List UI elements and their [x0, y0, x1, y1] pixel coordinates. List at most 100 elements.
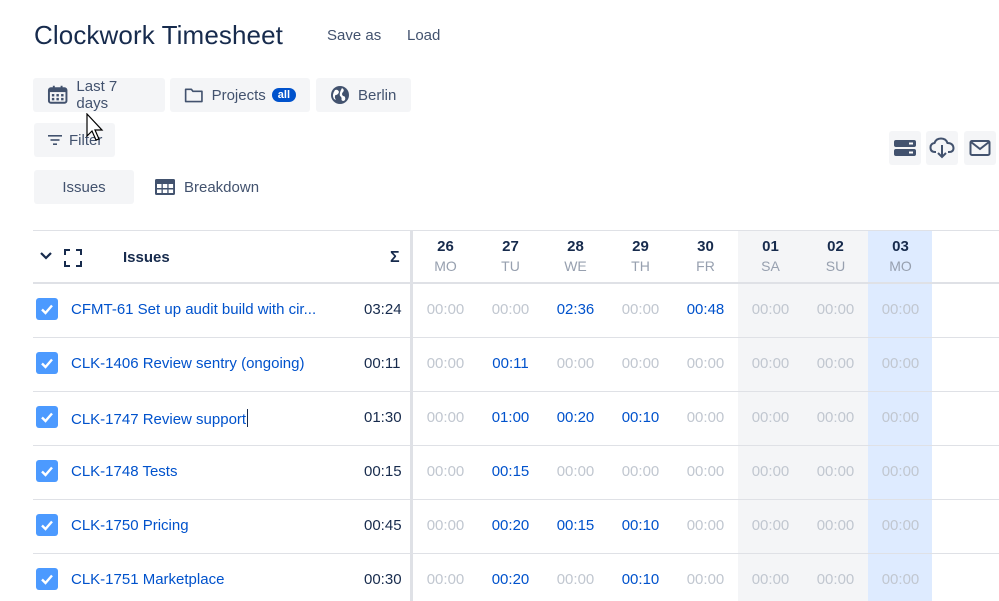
- time-cell[interactable]: 00:00: [803, 571, 868, 588]
- row-total: 03:24: [364, 301, 402, 318]
- projects-label: Projects: [211, 86, 266, 104]
- time-cell[interactable]: 00:00: [868, 355, 933, 372]
- day-name: FR: [696, 258, 715, 274]
- time-cell[interactable]: 00:00: [868, 571, 933, 588]
- time-cell[interactable]: 00:00: [738, 517, 803, 534]
- time-cell[interactable]: 00:00: [413, 355, 478, 372]
- time-cell[interactable]: 00:00: [803, 517, 868, 534]
- time-cell[interactable]: 00:00: [803, 463, 868, 480]
- time-cell[interactable]: 00:20: [478, 517, 543, 534]
- time-cell[interactable]: 00:00: [413, 517, 478, 534]
- day-header-28: 28 WE: [543, 238, 608, 274]
- time-cell[interactable]: 00:10: [608, 517, 673, 534]
- time-cell[interactable]: 00:00: [413, 463, 478, 480]
- tab-breakdown[interactable]: Breakdown: [154, 170, 259, 204]
- time-cell[interactable]: 00:00: [673, 463, 738, 480]
- time-cell[interactable]: 00:00: [413, 409, 478, 426]
- time-cell[interactable]: 00:00: [608, 301, 673, 318]
- time-cell[interactable]: 00:11: [478, 355, 543, 372]
- email-button[interactable]: [964, 131, 996, 165]
- row-total: 01:30: [364, 409, 402, 426]
- grouping-button[interactable]: [889, 131, 921, 165]
- fullscreen-icon[interactable]: [64, 249, 82, 267]
- time-cell[interactable]: 00:00: [803, 355, 868, 372]
- time-cell[interactable]: 00:00: [673, 571, 738, 588]
- issue-label: CFMT-61 Set up audit build with cir...: [71, 301, 317, 318]
- time-cell[interactable]: 00:00: [803, 409, 868, 426]
- check-icon: [41, 574, 53, 585]
- time-cell[interactable]: 00:00: [868, 301, 933, 318]
- row-total: 00:15: [364, 463, 402, 480]
- time-cell[interactable]: 00:00: [413, 301, 478, 318]
- row-checkbox[interactable]: [36, 514, 58, 536]
- day-number: 28: [567, 238, 584, 255]
- time-cell[interactable]: 01:00: [478, 409, 543, 426]
- timezone-picker-button[interactable]: Berlin: [316, 78, 411, 112]
- time-cell[interactable]: 00:00: [738, 463, 803, 480]
- time-cell[interactable]: 02:36: [543, 301, 608, 318]
- issue-link[interactable]: CLK-1748 Tests: [71, 463, 177, 480]
- time-cell[interactable]: 00:10: [608, 409, 673, 426]
- mouse-cursor-icon: [86, 113, 104, 141]
- collapse-all-icon[interactable]: [39, 250, 53, 262]
- day-name: MO: [434, 258, 457, 274]
- day-header-26: 26 MO: [413, 238, 478, 274]
- period-picker-button[interactable]: Last 7 days: [33, 78, 165, 112]
- time-cell[interactable]: 00:00: [868, 409, 933, 426]
- table-row: CLK-1747 Review support 01:30 00:00 01:00 00…: [33, 392, 999, 446]
- time-cell[interactable]: 00:00: [543, 571, 608, 588]
- issue-link[interactable]: CLK-1747 Review support: [71, 409, 249, 428]
- time-cell[interactable]: 00:00: [608, 463, 673, 480]
- time-cell[interactable]: 00:00: [673, 517, 738, 534]
- issues-column-header[interactable]: Issues: [123, 249, 170, 266]
- time-cell[interactable]: 00:00: [868, 517, 933, 534]
- time-cell[interactable]: 00:20: [543, 409, 608, 426]
- time-cell[interactable]: 00:00: [738, 301, 803, 318]
- time-cell[interactable]: 00:15: [543, 517, 608, 534]
- export-button[interactable]: [926, 131, 958, 165]
- issue-link[interactable]: CLK-1750 Pricing: [71, 517, 189, 534]
- row-checkbox[interactable]: [36, 352, 58, 374]
- row-checkbox[interactable]: [36, 460, 58, 482]
- time-cell[interactable]: 00:00: [543, 355, 608, 372]
- time-cell[interactable]: 00:00: [608, 355, 673, 372]
- day-name: TH: [631, 258, 650, 274]
- time-cell[interactable]: 00:10: [608, 571, 673, 588]
- row-checkbox[interactable]: [36, 406, 58, 428]
- save-as-button[interactable]: Save as: [327, 27, 381, 44]
- table-row: CLK-1748 Tests 00:15 00:00 00:15 00:00 00:00 0…: [33, 446, 999, 500]
- time-cell[interactable]: 00:00: [673, 409, 738, 426]
- time-cell[interactable]: 00:00: [868, 463, 933, 480]
- projects-badge: all: [271, 88, 296, 102]
- time-cell[interactable]: 00:00: [738, 355, 803, 372]
- day-number: 03: [892, 238, 909, 255]
- time-cell[interactable]: 00:48: [673, 301, 738, 318]
- load-button[interactable]: Load: [407, 27, 440, 44]
- time-cell[interactable]: 00:00: [543, 463, 608, 480]
- day-name: SU: [825, 258, 846, 274]
- time-cell[interactable]: 00:00: [803, 301, 868, 318]
- row-checkbox[interactable]: [36, 298, 58, 320]
- row-checkbox[interactable]: [36, 568, 58, 590]
- projects-picker-button[interactable]: Projects all: [170, 78, 310, 112]
- time-cell[interactable]: 00:00: [738, 571, 803, 588]
- day-number: 29: [632, 238, 649, 255]
- table-row: CLK-1751 Marketplace 00:30 00:00 00:20 00:00…: [33, 554, 999, 601]
- row-total: 00:11: [364, 355, 401, 372]
- time-cell[interactable]: 00:20: [478, 571, 543, 588]
- day-number: 02: [827, 238, 844, 255]
- tab-issues[interactable]: Issues: [34, 170, 134, 204]
- day-number: 30: [697, 238, 714, 255]
- folder-icon: [184, 88, 203, 103]
- time-cell[interactable]: 00:00: [738, 409, 803, 426]
- rows-icon: [894, 140, 916, 156]
- issue-link[interactable]: CLK-1406 Review sentry (ongoing): [71, 355, 304, 372]
- sum-column-header: Σ: [390, 249, 400, 266]
- time-cell[interactable]: 00:00: [478, 301, 543, 318]
- issue-link[interactable]: CFMT-61 Set up audit build with cir...: [71, 301, 316, 318]
- tab-breakdown-label: Breakdown: [184, 178, 260, 196]
- issue-link[interactable]: CLK-1751 Marketplace: [71, 571, 224, 588]
- time-cell[interactable]: 00:15: [478, 463, 543, 480]
- time-cell[interactable]: 00:00: [673, 355, 738, 372]
- time-cell[interactable]: 00:00: [413, 571, 478, 588]
